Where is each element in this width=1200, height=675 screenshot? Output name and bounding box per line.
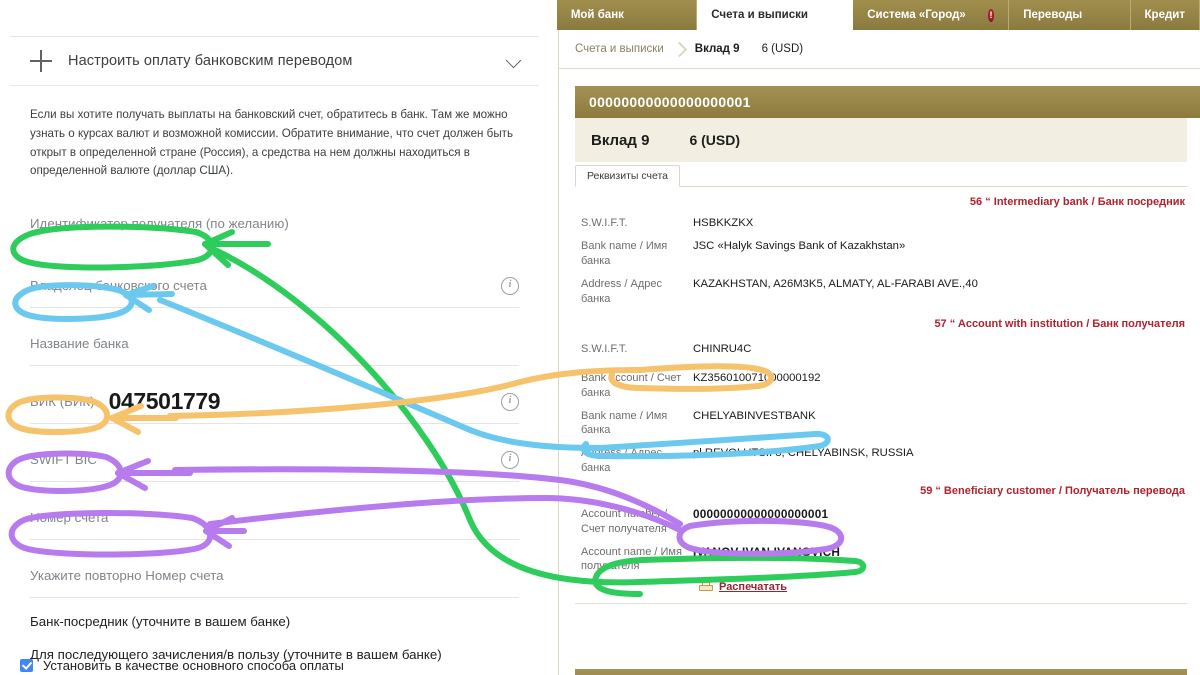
breadcrumb-current: 6 (USD) xyxy=(761,43,804,55)
breadcrumb-item[interactable]: Вклад 9 xyxy=(695,43,740,55)
row-value: KAZAKHSTAN, A26M3K5, ALMATY, AL-FARABI A… xyxy=(693,277,978,290)
plus-icon xyxy=(30,50,52,72)
account-number-bar: 00000000000000000001 xyxy=(575,86,1200,118)
print-requisites-label[interactable]: Распечатать xyxy=(719,581,787,593)
detail-row: Address / Адрес банка KAZAKHSTAN, A26M3K… xyxy=(575,273,1187,311)
nav-tab-my-bank[interactable]: Мой банк xyxy=(556,0,698,30)
account-requisites-panel: 56 “ Intermediary bank / Банк посредник … xyxy=(575,187,1187,605)
section-label-beneficiary-customer: 59 “ Beneficiary customer / Получатель п… xyxy=(920,484,1185,497)
section-label-account-with-institution: 57 “ Account with institution / Банк пол… xyxy=(934,317,1185,330)
field-swift-bic[interactable]: SWIFT BIC i xyxy=(30,437,519,483)
row-value: IVANOV IVAN IVANOVICH xyxy=(693,544,841,559)
nav-tab-credit[interactable]: Кредит xyxy=(1130,0,1200,30)
default-payment-checkbox-row[interactable]: Установить в качестве основного способа … xyxy=(20,658,344,673)
nav-tab-accounts-statements[interactable]: Счета и выписки xyxy=(697,0,854,30)
detail-row: Account number / Счет получателя 0000000… xyxy=(575,503,1187,541)
print-requisites-action[interactable]: Распечатать xyxy=(699,578,1187,593)
content-body: Счета и выписки Вклад 9 6 (USD) 00000000… xyxy=(558,30,1200,675)
detail-tabstrip: Реквизиты счета xyxy=(575,162,1187,187)
tab-account-requisites-label: Реквизиты счета xyxy=(587,170,668,182)
field-recipient-id[interactable]: Идентификатор получателя (по желанию) xyxy=(30,201,519,245)
row-key: S.W.I.F.T. xyxy=(581,217,628,229)
row-value: KZ356010071000000192 xyxy=(693,371,821,384)
nav-tab-gorod-system-label: Система «Город» xyxy=(867,9,966,21)
row-value: CHELYABINVESTBANK xyxy=(693,409,816,422)
detail-row: Bank name / Имя банка CHELYABINVESTBANK xyxy=(575,405,1187,443)
bank-transfer-card: Настроить оплату банковским переводом Ес… xyxy=(10,36,539,665)
nav-tab-accounts-statements-label: Счета и выписки xyxy=(711,9,808,21)
screenshot-root: Настроить оплату банковским переводом Ес… xyxy=(0,0,1200,675)
row-value: JSC «Halyk Savings Bank of Kazakhstan» xyxy=(693,240,906,253)
detail-row: Bank account / Счет банка KZ356010071000… xyxy=(575,367,1187,405)
info-icon-bik[interactable]: i xyxy=(501,393,519,412)
row-value: CHINRU4C xyxy=(693,342,752,355)
intro-text: Если вы хотите получать выплаты на банко… xyxy=(30,108,514,178)
field-account-number-again-placeholder: Укажите повторно Номер счета xyxy=(30,567,224,583)
nav-tab-gorod-system[interactable]: Система «Город» ! xyxy=(853,0,1010,30)
breadcrumb: Счета и выписки Вклад 9 6 (USD) xyxy=(559,30,1200,69)
field-bank-name-placeholder: Название банка xyxy=(30,335,129,351)
field-bank-name[interactable]: Название банка xyxy=(30,321,519,367)
row-key: Bank name / Имя банка xyxy=(581,240,668,268)
row-key: Account name / Имя получателя xyxy=(581,545,682,573)
row-key: S.W.I.F.T. xyxy=(581,342,628,355)
row-key: Account number / Счет получателя xyxy=(581,507,668,535)
bank-transfer-setup-panel: Настроить оплату банковским переводом Ес… xyxy=(0,0,549,675)
row-value: HSBKKZKX xyxy=(693,217,754,229)
row-key: Address / Адрес банка xyxy=(581,277,663,305)
nav-left-gutter xyxy=(549,0,557,30)
nav-tab-my-bank-label: Мой банк xyxy=(570,9,624,21)
account-name: Вклад 9 xyxy=(591,131,650,149)
section-header[interactable]: Настроить оплату банковским переводом xyxy=(10,37,539,86)
field-account-number-placeholder: Номер счета xyxy=(30,509,109,525)
account-summary: Вклад 9 6 (USD) xyxy=(575,118,1187,162)
main-navigation: Мой банк Счета и выписки Система «Город»… xyxy=(549,0,1200,30)
account-currency: 6 (USD) xyxy=(689,132,740,148)
row-value: pl.REVOLUTSII 8, CHELYABINSK, RUSSIA xyxy=(693,447,914,460)
detail-row: Address / Адрес банка pl.REVOLUTSII 8, C… xyxy=(575,442,1187,480)
detail-row: Account name / Имя получателя IVANOV IVA… xyxy=(575,541,1187,579)
default-payment-checkbox-label: Установить в качестве основного способа … xyxy=(43,658,344,673)
detail-row: S.W.I.F.T. CHINRU4C xyxy=(575,338,1187,361)
detail-row: Bank name / Имя банка JSC «Halyk Savings… xyxy=(575,235,1187,273)
info-icon-account-owner[interactable]: i xyxy=(501,277,519,296)
field-account-number[interactable]: Номер счета xyxy=(30,495,519,541)
checkbox-checked-icon[interactable] xyxy=(20,659,33,672)
alert-badge-icon[interactable]: ! xyxy=(987,8,995,22)
breadcrumb-root[interactable]: Счета и выписки xyxy=(575,43,664,55)
nav-tab-transfers-label: Переводы xyxy=(1023,9,1083,21)
field-account-owner[interactable]: Владелец банковского счета i xyxy=(30,263,519,309)
row-key: Bank name / Имя банка xyxy=(581,409,668,437)
chevron-down-icon[interactable] xyxy=(507,53,523,69)
field-bik-label: БИК (БИК) xyxy=(30,393,95,409)
row-key: Address / Адрес банка xyxy=(581,447,663,475)
row-key: Bank account / Счет банка xyxy=(581,371,682,399)
field-bik-value: 047501779 xyxy=(108,387,221,414)
printer-icon xyxy=(699,581,713,593)
field-bik[interactable]: БИК (БИК) 047501779 i xyxy=(30,379,519,425)
nav-tab-transfers[interactable]: Переводы xyxy=(1009,0,1131,30)
account-number-bar-value: 00000000000000000001 xyxy=(589,94,751,110)
tab-account-requisites[interactable]: Реквизиты счета xyxy=(575,165,680,187)
statement-bar: Выписка xyxy=(575,669,1187,675)
field-account-owner-placeholder: Владелец банковского счета xyxy=(30,277,207,293)
field-recipient-id-placeholder: Идентификатор получателя (по желанию) xyxy=(30,215,289,231)
section-label-intermediary-bank: 56 “ Intermediary bank / Банк посредник xyxy=(969,196,1185,208)
breadcrumb-separator-icon xyxy=(671,41,688,57)
info-icon-swift-bic[interactable]: i xyxy=(501,451,519,470)
field-account-number-again[interactable]: Укажите повторно Номер счета xyxy=(30,553,519,599)
section-title: Настроить оплату банковским переводом xyxy=(68,53,353,69)
intermediary-bank-note: Банк-посредник (уточните в вашем банке) xyxy=(30,614,291,630)
nav-tab-credit-label: Кредит xyxy=(1144,9,1185,21)
row-value: 00000000000000000001 xyxy=(693,506,829,521)
field-swift-bic-placeholder: SWIFT BIC xyxy=(30,451,97,467)
detail-row: S.W.I.F.T. HSBKKZKX xyxy=(575,212,1187,235)
detail-divider xyxy=(575,603,1187,605)
bank-account-details-app: Мой банк Счета и выписки Система «Город»… xyxy=(549,0,1200,675)
